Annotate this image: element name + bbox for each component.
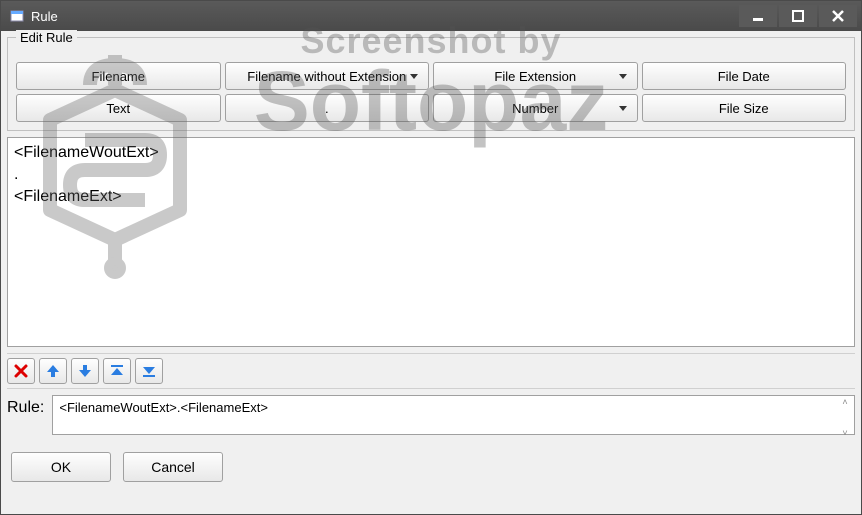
- titlebar: Rule: [1, 1, 861, 31]
- cancel-button[interactable]: Cancel: [123, 452, 223, 482]
- edit-rule-group: Edit Rule Filename Filename without Exte…: [7, 37, 855, 131]
- rule-window: Rule Edit Rule Filename Filename without…: [0, 0, 862, 515]
- minimize-button[interactable]: [739, 5, 777, 27]
- move-down-button[interactable]: [71, 358, 99, 384]
- text-button[interactable]: Text: [16, 94, 221, 122]
- move-up-button[interactable]: [39, 358, 67, 384]
- filename-without-ext-dropdown[interactable]: Filename without Extension: [225, 62, 430, 90]
- file-extension-dropdown[interactable]: File Extension: [433, 62, 638, 90]
- move-top-button[interactable]: [103, 358, 131, 384]
- token-listbox[interactable]: <FilenameWoutExt> . <FilenameExt>: [7, 137, 855, 347]
- window-controls: [739, 5, 857, 27]
- rule-row: Rule: ˄ ˅: [7, 395, 855, 440]
- ok-button[interactable]: OK: [11, 452, 111, 482]
- rule-input[interactable]: [52, 395, 855, 435]
- move-bottom-button[interactable]: [135, 358, 163, 384]
- scroll-up-icon[interactable]: ˄: [837, 397, 853, 407]
- list-item[interactable]: <FilenameExt>: [14, 186, 848, 208]
- scroll-down-icon[interactable]: ˅: [837, 428, 853, 438]
- close-button[interactable]: [819, 5, 857, 27]
- list-toolbar: [7, 353, 855, 389]
- token-button-grid: Filename Filename without Extension File…: [16, 62, 846, 122]
- rule-field-wrap: ˄ ˅: [52, 395, 855, 440]
- file-size-button[interactable]: File Size: [642, 94, 847, 122]
- filename-button[interactable]: Filename: [16, 62, 221, 90]
- dot-button[interactable]: .: [225, 94, 430, 122]
- maximize-button[interactable]: [779, 5, 817, 27]
- list-item[interactable]: .: [14, 164, 848, 186]
- delete-button[interactable]: [7, 358, 35, 384]
- list-item[interactable]: <FilenameWoutExt>: [14, 142, 848, 164]
- content-area: Edit Rule Filename Filename without Exte…: [1, 31, 861, 514]
- window-title: Rule: [31, 9, 739, 24]
- rule-label: Rule:: [7, 395, 44, 417]
- file-date-button[interactable]: File Date: [642, 62, 847, 90]
- app-icon: [9, 8, 25, 24]
- groupbox-label: Edit Rule: [16, 30, 77, 45]
- scroll-arrows: ˄ ˅: [837, 397, 853, 438]
- action-row: OK Cancel: [7, 452, 855, 482]
- number-dropdown[interactable]: Number: [433, 94, 638, 122]
